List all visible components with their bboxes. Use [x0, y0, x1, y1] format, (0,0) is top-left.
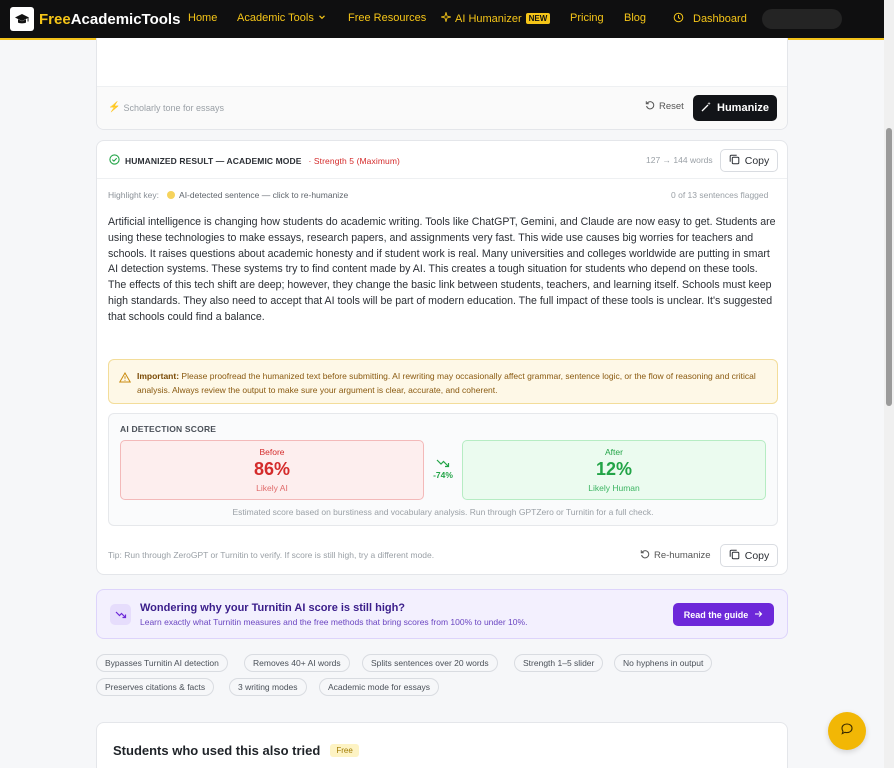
check-circle-icon — [109, 154, 120, 167]
feature-chip: Removes 40+ AI words — [244, 654, 350, 672]
trend-down-icon — [110, 604, 131, 625]
re-humanize-button[interactable]: Re-humanize — [640, 549, 711, 562]
chevron-down-icon — [318, 12, 326, 24]
flagged-count: 0 of 13 sentences flagged — [671, 190, 769, 200]
nav-free-resources[interactable]: Free Resources — [348, 12, 426, 24]
highlight-key: Highlight key: AI-detected sentence — cl… — [108, 190, 349, 200]
also-tried-card: Students who used this also tried Free — [96, 722, 788, 768]
trend-down-icon — [427, 458, 459, 470]
also-tried-title: Students who used this also tried Free — [113, 743, 359, 758]
editor-card: ⚡ Scholarly tone for essays Reset Humaniz… — [96, 38, 788, 130]
user-account-button[interactable] — [762, 9, 842, 29]
read-guide-button[interactable]: Read the guide — [673, 603, 774, 626]
copy-icon — [729, 549, 740, 563]
nav-pricing[interactable]: Pricing — [570, 12, 604, 24]
history-icon — [673, 12, 684, 26]
turnitin-guide-banner: Wondering why your Turnitin AI score is … — [96, 589, 788, 639]
score-before: Before 86% Likely AI — [120, 440, 424, 500]
feature-chip: Strength 1–5 slider — [514, 654, 604, 672]
nav-academic-tools[interactable]: Academic Tools — [237, 12, 326, 24]
humanize-button[interactable]: Humanize — [693, 95, 777, 121]
detection-note: Estimated score based on burstiness and … — [232, 507, 654, 517]
magic-wand-icon — [701, 101, 712, 115]
nav-dashboard[interactable]: Dashboard — [673, 12, 747, 26]
banner-subtitle: Learn exactly what Turnitin measures and… — [140, 617, 528, 627]
feature-chip: Bypasses Turnitin AI detection — [96, 654, 228, 672]
banner-title: Wondering why your Turnitin AI score is … — [140, 602, 406, 614]
warning-icon — [118, 370, 132, 388]
strength-label: · Strength 5 (Maximum) — [308, 155, 400, 166]
brand-logo[interactable]: FreeAcademicTools — [10, 7, 180, 31]
scrollbar-thumb[interactable] — [886, 128, 892, 406]
feature-chip: 3 writing modes — [229, 678, 307, 696]
warning-bold: Important: — [137, 371, 180, 381]
result-title: HUMANIZED RESULT — ACADEMIC MODE · Stren… — [109, 154, 400, 167]
chat-button[interactable] — [828, 712, 866, 750]
graduation-cap-icon — [10, 7, 34, 31]
arrow-right-icon — [754, 610, 763, 620]
editor-footer: ⚡ Scholarly tone for essays Reset Humaniz… — [97, 86, 787, 129]
nav-blog[interactable]: Blog — [624, 12, 646, 24]
feature-chip: Splits sentences over 20 words — [362, 654, 498, 672]
score-delta: -74% — [427, 458, 459, 480]
new-badge: NEW — [525, 13, 551, 24]
nav-ai-humanizer[interactable]: AI Humanizer NEW — [439, 10, 551, 25]
ai-detection-score: AI DETECTION SCORE Before 86% Likely AI … — [108, 413, 778, 526]
copy-button-bottom[interactable]: Copy — [720, 544, 778, 567]
refresh-icon — [640, 549, 650, 562]
tip-text: Tip: Run through ZeroGPT or Turnitin to … — [108, 550, 435, 560]
copy-icon — [729, 154, 740, 168]
chat-bubble-icon — [840, 722, 854, 741]
result-card: HUMANIZED RESULT — ACADEMIC MODE · Stren… — [96, 140, 788, 575]
ai-detection-label: AI DETECTION SCORE — [120, 424, 217, 434]
brand-name: FreeAcademicTools — [39, 10, 181, 28]
humanized-text[interactable]: Artificial intelligence is changing how … — [108, 215, 778, 326]
nav-home[interactable]: Home — [188, 12, 217, 24]
copy-button[interactable]: Copy — [720, 149, 778, 172]
reset-button[interactable]: Reset — [645, 100, 684, 113]
result-header: HUMANIZED RESULT — ACADEMIC MODE · Stren… — [97, 141, 787, 179]
page-scrollbar[interactable] — [884, 0, 894, 768]
reset-icon — [645, 100, 655, 113]
word-count: 127 → 144 words — [646, 155, 713, 165]
feature-chip: No hyphens in output — [614, 654, 713, 672]
lightning-icon: ⚡ — [108, 102, 121, 113]
highlight-dot — [167, 191, 176, 199]
free-badge: Free — [330, 744, 359, 757]
feature-chip: Academic mode for essays — [319, 678, 440, 696]
top-navbar: FreeAcademicTools Home Academic Tools Fr… — [0, 0, 884, 40]
score-after: After 12% Likely Human — [462, 440, 766, 500]
tone-hint: ⚡ Scholarly tone for essays — [108, 102, 224, 113]
proofread-warning: Important: Please proofread the humanize… — [108, 359, 778, 404]
feature-chip: Preserves citations & facts — [96, 678, 215, 696]
sparkle-icon — [439, 10, 453, 25]
